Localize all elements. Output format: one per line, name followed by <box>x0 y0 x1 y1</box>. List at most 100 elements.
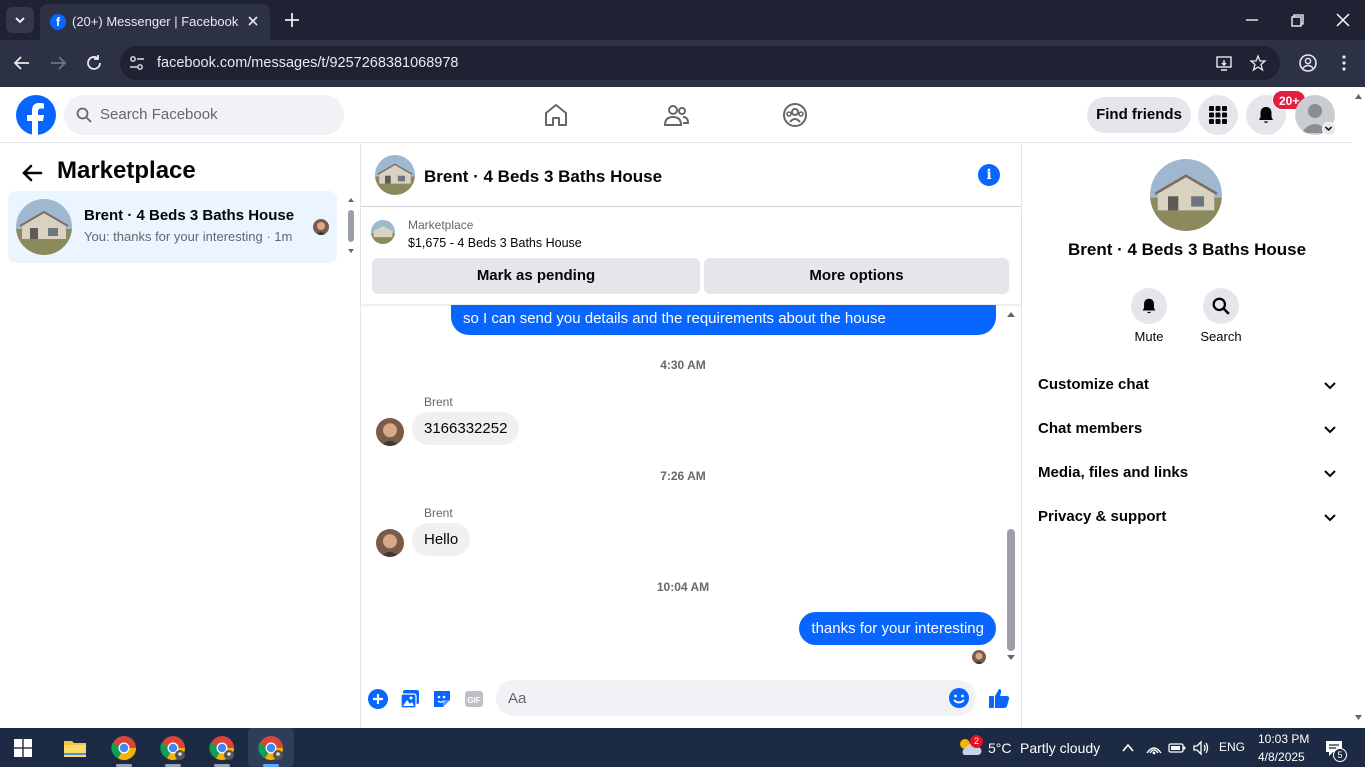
reload-icon[interactable] <box>83 52 105 74</box>
volume-icon[interactable] <box>1192 740 1210 756</box>
battery-icon[interactable] <box>1168 741 1186 755</box>
tab-title: (20+) Messenger | Facebook <box>72 14 239 29</box>
emoji-icon[interactable] <box>948 687 970 709</box>
message-list: so I can send you details and the requir… <box>361 305 1021 675</box>
listing-source: Marketplace <box>408 218 474 232</box>
facebook-logo-icon[interactable] <box>16 95 56 135</box>
message-sender: Brent <box>424 506 453 520</box>
restore-window-icon[interactable] <box>1285 8 1309 32</box>
info-icon[interactable]: i <box>978 164 1000 186</box>
chevron-down-icon <box>1324 382 1336 390</box>
sender-avatar[interactable] <box>376 529 404 557</box>
notification-count: 5 <box>1333 748 1347 762</box>
address-bar[interactable]: facebook.com/messages/t/9257268381068978 <box>120 46 1280 80</box>
forward-arrow-icon[interactable] <box>47 52 69 74</box>
listing-thumbnail[interactable] <box>371 220 395 244</box>
chevron-down-icon <box>15 17 25 24</box>
bell-icon <box>1142 298 1156 314</box>
wifi-icon[interactable] <box>1145 740 1163 756</box>
marketplace-listing-banner: Marketplace $1,675 - 4 Beds 3 Baths Hous… <box>361 208 1021 304</box>
incoming-message[interactable]: Hello <box>412 523 471 556</box>
search-in-chat-button[interactable] <box>1203 288 1239 324</box>
image-attach-icon[interactable] <box>399 688 421 710</box>
input-language[interactable]: ENG <box>1219 740 1245 754</box>
seen-avatar <box>313 219 329 235</box>
customize-chat-section[interactable]: Customize chat <box>1038 365 1338 405</box>
chevron-down-icon <box>1324 514 1336 522</box>
plus-circle-icon[interactable] <box>367 688 389 710</box>
windows-taskbar: 2 5°C Partly cloudy ENG 10:03 PM 4/8/202… <box>0 728 1365 767</box>
bookmark-star-icon[interactable] <box>1249 54 1267 72</box>
conversation-item[interactable]: Brent · 4 Beds 3 Baths House You: thanks… <box>8 191 337 263</box>
search-icon <box>1212 297 1230 315</box>
svg-text:GIF: GIF <box>467 696 480 705</box>
chat-members-section[interactable]: Chat members <box>1038 409 1338 449</box>
profile-account-icon[interactable] <box>1297 52 1319 74</box>
weather-description[interactable]: Partly cloudy <box>1020 740 1100 756</box>
like-thumbs-up-icon[interactable] <box>987 686 1011 710</box>
chrome-icon[interactable] <box>110 734 138 762</box>
friends-icon[interactable] <box>662 101 690 129</box>
gif-icon[interactable]: GIF <box>463 688 485 710</box>
media-files-links-section[interactable]: Media, files and links <box>1038 453 1338 493</box>
outgoing-message[interactable]: so I can send you details and the requir… <box>451 305 996 335</box>
details-name: Brent · 4 Beds 3 Baths House <box>1067 240 1307 259</box>
outgoing-message[interactable]: thanks for your interesting <box>799 612 996 645</box>
apps-grid-icon <box>1209 106 1227 124</box>
mute-label: Mute <box>1134 329 1164 344</box>
new-tab-plus-icon[interactable] <box>282 10 302 30</box>
clock-date[interactable]: 4/8/2025 <box>1258 750 1305 764</box>
chrome-profile-icon <box>258 736 283 761</box>
minimize-window-icon[interactable] <box>1240 8 1264 32</box>
privacy-support-section[interactable]: Privacy & support <box>1038 497 1338 537</box>
groups-icon[interactable] <box>781 101 809 129</box>
chat-avatar[interactable] <box>375 155 415 195</box>
menu-button[interactable] <box>1198 95 1238 135</box>
mute-button[interactable] <box>1131 288 1167 324</box>
facebook-search-input[interactable]: Search Facebook <box>64 95 344 135</box>
find-friends-button[interactable]: Find friends <box>1087 97 1191 133</box>
sidebar-scrollbar[interactable] <box>345 193 357 263</box>
listing-title[interactable]: $1,675 - 4 Beds 3 Baths House <box>408 236 582 250</box>
chat-title[interactable]: Brent · 4 Beds 3 Baths House <box>424 167 662 187</box>
incoming-message[interactable]: 3166332252 <box>412 412 520 445</box>
browser-tab-messenger[interactable]: f (20+) Messenger | Facebook <box>40 4 270 40</box>
bell-icon <box>1259 107 1273 123</box>
account-chevron-icon[interactable] <box>1322 122 1336 136</box>
section-label: Customize chat <box>1038 376 1149 393</box>
home-icon[interactable] <box>542 101 570 129</box>
tab-search-button[interactable] <box>6 7 34 33</box>
back-arrow-icon[interactable] <box>11 52 33 74</box>
back-arrow-icon[interactable] <box>20 161 44 185</box>
mark-as-pending-button[interactable]: Mark as pending <box>372 258 700 294</box>
clock-time[interactable]: 10:03 PM <box>1258 732 1309 746</box>
message-timestamp: 4:30 AM <box>660 358 706 372</box>
chat-scrollbar[interactable] <box>1004 305 1018 665</box>
chevron-down-icon <box>1324 426 1336 434</box>
close-window-icon[interactable] <box>1331 8 1355 32</box>
site-settings-icon[interactable] <box>128 54 146 72</box>
chevron-up-icon[interactable] <box>1120 740 1136 756</box>
close-tab-icon[interactable] <box>244 12 262 30</box>
windows-start-icon[interactable] <box>14 739 32 757</box>
section-label: Privacy & support <box>1038 508 1167 525</box>
chrome-profile-icon[interactable] <box>208 734 236 762</box>
active-app-highlight[interactable] <box>248 728 294 767</box>
facebook-favicon-icon: f <box>50 14 66 30</box>
chrome-profile-icon[interactable] <box>159 734 187 762</box>
message-input[interactable]: Aa <box>496 680 976 716</box>
message-sender: Brent <box>424 395 453 409</box>
message-timestamp: 7:26 AM <box>660 469 706 483</box>
sender-avatar[interactable] <box>376 418 404 446</box>
more-options-button[interactable]: More options <box>704 258 1009 294</box>
file-explorer-icon[interactable] <box>61 734 89 762</box>
browser-menu-icon[interactable] <box>1333 52 1355 74</box>
details-avatar[interactable] <box>1150 159 1222 231</box>
page-scrollbar[interactable] <box>1352 87 1365 728</box>
install-app-icon[interactable] <box>1215 54 1233 72</box>
sticker-icon[interactable] <box>431 688 453 710</box>
weather-badge: 2 <box>970 735 983 748</box>
search-icon <box>76 107 92 123</box>
sidebar-heading: Marketplace <box>57 157 196 184</box>
weather-temperature[interactable]: 5°C <box>988 740 1012 756</box>
